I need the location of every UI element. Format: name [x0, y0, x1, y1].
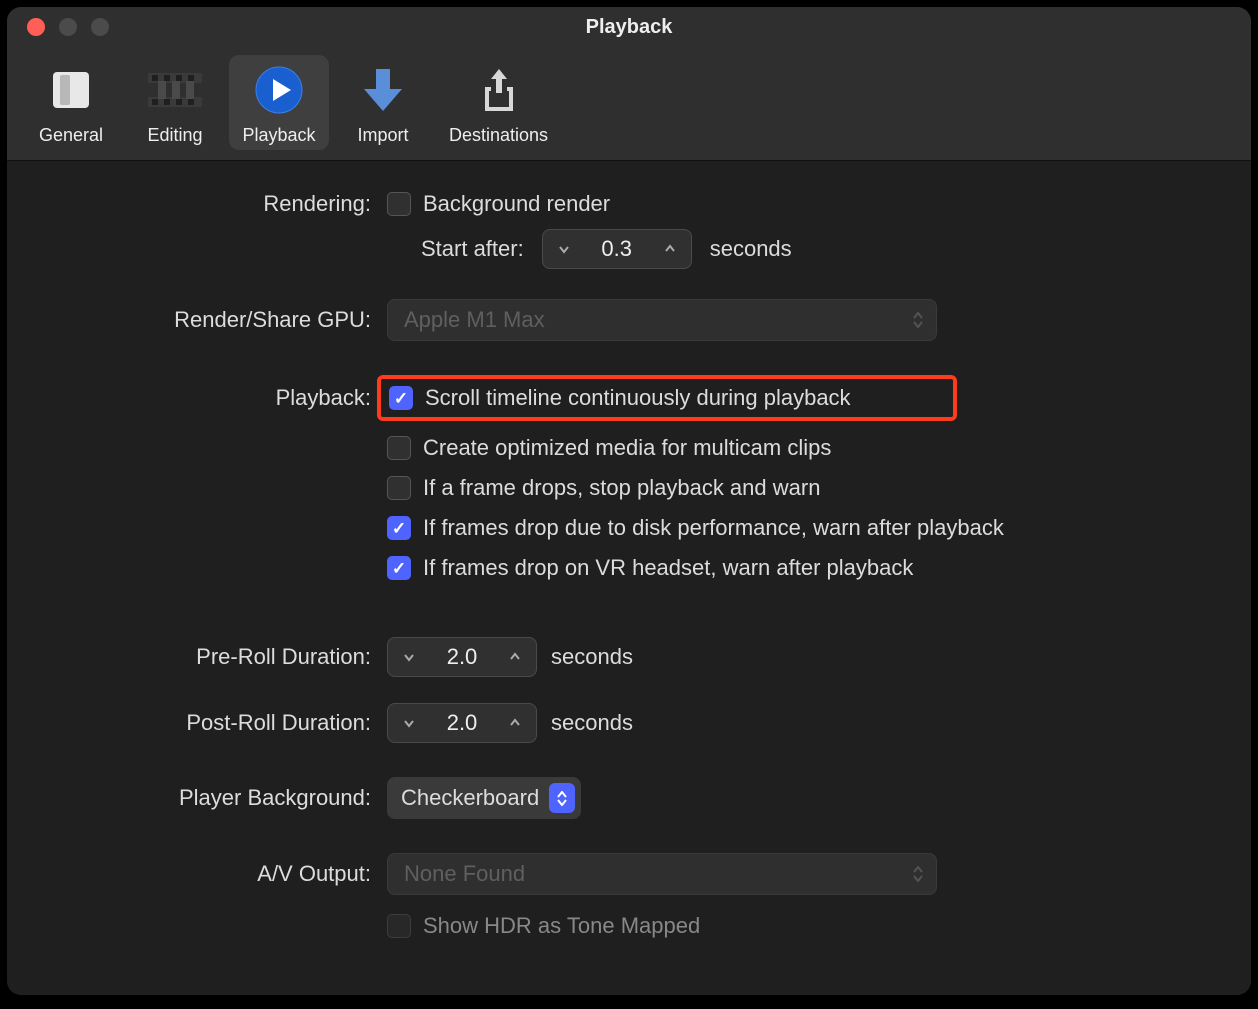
updown-icon — [912, 866, 924, 882]
gpu-value: Apple M1 Max — [404, 307, 545, 333]
tab-general[interactable]: General — [21, 55, 121, 150]
av-output-label: A/V Output: — [47, 861, 387, 887]
start-after-stepper[interactable]: 0.3 — [542, 229, 692, 269]
create-optimized-checkbox[interactable] — [387, 436, 411, 460]
stepper-increment[interactable] — [494, 704, 536, 742]
stepper-increment[interactable] — [494, 638, 536, 676]
close-window-button[interactable] — [27, 18, 45, 36]
tab-destinations[interactable]: Destinations — [437, 55, 560, 150]
gpu-select: Apple M1 Max — [387, 299, 937, 341]
postroll-unit: seconds — [551, 710, 633, 736]
frames-disk-warn-label: If frames drop due to disk performance, … — [423, 515, 1004, 541]
updown-icon — [912, 312, 924, 328]
scroll-timeline-label: Scroll timeline continuously during play… — [425, 385, 851, 411]
start-after-unit: seconds — [710, 236, 792, 262]
hdr-label: Show HDR as Tone Mapped — [423, 913, 700, 939]
start-after-value: 0.3 — [585, 236, 649, 262]
tab-playback[interactable]: Playback — [229, 55, 329, 150]
create-optimized-label: Create optimized media for multicam clip… — [423, 435, 831, 461]
tab-label: General — [39, 125, 103, 146]
stepper-decrement[interactable] — [388, 704, 430, 742]
stepper-increment[interactable] — [649, 230, 691, 268]
frames-vr-warn-checkbox[interactable] — [387, 556, 411, 580]
frames-vr-warn-label: If frames drop on VR headset, warn after… — [423, 555, 913, 581]
frame-drop-stop-label: If a frame drops, stop playback and warn — [423, 475, 820, 501]
titlebar: Playback — [7, 7, 1251, 47]
preroll-label: Pre-Roll Duration: — [47, 644, 387, 670]
filmstrip-icon — [146, 61, 204, 119]
zoom-window-button[interactable] — [91, 18, 109, 36]
player-bg-value: Checkerboard — [401, 785, 539, 811]
switch-icon — [42, 61, 100, 119]
tab-label: Playback — [242, 125, 315, 146]
frames-disk-warn-checkbox[interactable] — [387, 516, 411, 540]
start-after-label: Start after: — [421, 236, 524, 262]
postroll-value: 2.0 — [430, 710, 494, 736]
playback-label: Playback: — [47, 375, 387, 411]
hdr-checkbox — [387, 914, 411, 938]
share-icon — [470, 61, 528, 119]
frame-drop-stop-checkbox[interactable] — [387, 476, 411, 500]
play-icon — [250, 61, 308, 119]
download-arrow-icon — [354, 61, 412, 119]
background-render-label: Background render — [423, 191, 610, 217]
av-output-value: None Found — [404, 861, 525, 887]
toolbar: General — [7, 47, 1251, 161]
tab-editing[interactable]: Editing — [125, 55, 225, 150]
tab-label: Editing — [147, 125, 202, 146]
tab-label: Destinations — [449, 125, 548, 146]
player-bg-popup[interactable]: Checkerboard — [387, 777, 581, 819]
scroll-timeline-checkbox[interactable] — [389, 386, 413, 410]
highlight-box: Scroll timeline continuously during play… — [377, 375, 957, 421]
preroll-unit: seconds — [551, 644, 633, 670]
player-bg-label: Player Background: — [47, 785, 387, 811]
tab-label: Import — [357, 125, 408, 146]
rendering-label: Rendering: — [47, 191, 387, 217]
postroll-label: Post-Roll Duration: — [47, 710, 387, 736]
postroll-stepper[interactable]: 2.0 — [387, 703, 537, 743]
stepper-decrement[interactable] — [543, 230, 585, 268]
updown-icon — [549, 783, 575, 813]
traffic-lights — [7, 18, 109, 36]
preferences-window: Playback General — [7, 7, 1251, 995]
background-render-checkbox[interactable] — [387, 192, 411, 216]
gpu-label: Render/Share GPU: — [47, 307, 387, 333]
minimize-window-button[interactable] — [59, 18, 77, 36]
av-output-select: None Found — [387, 853, 937, 895]
window-title: Playback — [7, 16, 1251, 39]
tab-import[interactable]: Import — [333, 55, 433, 150]
preroll-value: 2.0 — [430, 644, 494, 670]
content-area: Rendering: Background render Start after… — [7, 161, 1251, 995]
preroll-stepper[interactable]: 2.0 — [387, 637, 537, 677]
stepper-decrement[interactable] — [388, 638, 430, 676]
